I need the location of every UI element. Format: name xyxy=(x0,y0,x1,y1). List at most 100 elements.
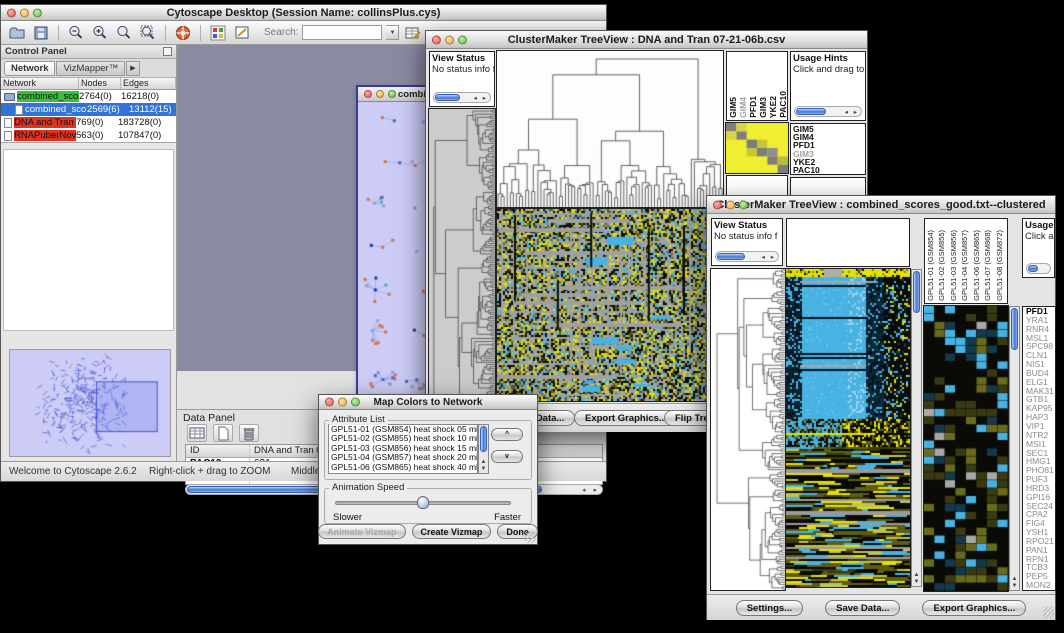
zoom-button[interactable] xyxy=(33,8,42,17)
zoom-fit-icon[interactable] xyxy=(114,23,134,43)
minimize-button[interactable] xyxy=(445,35,454,44)
open-session-icon[interactable] xyxy=(7,23,27,43)
gene-name-list: PFD1YRA1RNR4MSL1SPC98CLN1NIS1BUD4ELG1MAK… xyxy=(1022,306,1056,591)
attribute-list-item[interactable]: GPL51-07 (GSM868) heat shock 60 min xyxy=(329,472,477,474)
mini-scrollbar[interactable]: ◂ ▸ xyxy=(715,251,779,262)
close-button[interactable] xyxy=(364,90,372,98)
row-dendrogram-canvas[interactable] xyxy=(711,269,785,590)
network-edges-count: 107847(0) xyxy=(118,130,176,141)
tv2-action-button[interactable]: Settings... xyxy=(736,600,803,616)
search-dropdown-arrow-icon[interactable]: ▼ xyxy=(386,25,399,40)
gene-column-label[interactable]: GIM3 xyxy=(758,97,768,118)
attribute-list: GPL51-01 (GSM854) heat shock 05 minGPL51… xyxy=(328,424,478,474)
close-button[interactable] xyxy=(325,398,334,407)
gene-row-label[interactable]: PAC10 xyxy=(793,166,863,174)
column-id[interactable]: ID xyxy=(186,445,250,457)
column-network[interactable]: Network xyxy=(1,78,79,89)
tv2-vscrollbar[interactable]: ▲▼ xyxy=(911,269,922,587)
network-list-row[interactable]: RNAPuberNov2+I 563(0) 107847(0) xyxy=(1,129,176,142)
dialog-button[interactable]: Create Vizmap xyxy=(412,524,492,539)
gene-column-label[interactable]: GIM4 xyxy=(738,97,748,118)
attribute-select-icon[interactable] xyxy=(187,424,207,442)
close-button[interactable] xyxy=(713,200,722,209)
resize-grip[interactable] xyxy=(525,532,536,543)
network-list-row[interactable]: DNA and Tran 07 769(0) 183728(0) xyxy=(1,116,176,129)
minimize-button[interactable] xyxy=(376,90,384,98)
mini-scrollbar[interactable] xyxy=(1026,263,1051,274)
minimize-button[interactable] xyxy=(338,398,347,407)
tv2-title: ClusterMaker TreeView : combined_scores_… xyxy=(707,199,1055,211)
column-dendrogram-canvas[interactable] xyxy=(497,51,723,207)
tv2-action-button[interactable]: Save Data... xyxy=(825,600,900,616)
array-column-label[interactable]: GPL51-04 (GSM857) xyxy=(960,230,971,301)
move-down-button[interactable]: v xyxy=(491,450,523,463)
array-column-label[interactable]: GPL51-01 (GSM854) xyxy=(926,230,937,301)
minimize-button[interactable] xyxy=(726,200,735,209)
mini-scrollbar[interactable]: ◂ ▸ xyxy=(433,92,491,103)
mini-scrollbar[interactable]: ◂ ▸ xyxy=(794,106,862,117)
column-edges[interactable]: Edges xyxy=(121,78,176,89)
tv2-column-tree-panel xyxy=(786,218,910,267)
network-item-icon xyxy=(4,93,15,101)
float-window-icon[interactable] xyxy=(163,47,172,56)
scrollbar-arrows[interactable]: ◂ ▸ xyxy=(582,486,600,494)
network-item-icon xyxy=(4,131,12,141)
zoom-button[interactable] xyxy=(388,90,396,98)
search-label: Search: xyxy=(264,27,298,38)
tv1-titlebar[interactable]: ClusterMaker TreeView : DNA and Tran 07-… xyxy=(426,31,867,49)
network-overview-thumbnail[interactable] xyxy=(9,349,171,457)
zoom-out-icon[interactable] xyxy=(66,23,86,43)
resize-grip[interactable] xyxy=(1043,607,1054,618)
network-list-row[interactable]: combined_scores 2764(0) 16218(0) xyxy=(1,90,176,103)
help-lifering-icon[interactable] xyxy=(173,23,193,43)
gene-column-label[interactable]: YKE2 xyxy=(768,96,778,118)
array-column-label[interactable]: GPL51-03 (GSM856) xyxy=(949,230,960,301)
main-titlebar[interactable]: Cytoscape Desktop (Session Name: collins… xyxy=(1,5,606,21)
zoom-button[interactable] xyxy=(739,200,748,209)
usage-hints-text: Click and drag to xyxy=(791,64,865,75)
array-column-label[interactable]: GPL51-02 (GSM855) xyxy=(937,230,948,301)
tv2-titlebar[interactable]: ClusterMaker TreeView : combined_scores_… xyxy=(707,196,1055,214)
attribute-editor-icon[interactable] xyxy=(403,23,423,43)
row-dendrogram-canvas[interactable] xyxy=(429,109,495,401)
zoom-selected-icon[interactable] xyxy=(138,23,158,43)
control-panel-tab[interactable]: Network xyxy=(4,61,55,76)
delete-attribute-trash-icon[interactable] xyxy=(239,424,259,442)
zoom-heatmap-canvas[interactable] xyxy=(726,123,788,173)
gene-column-label[interactable]: PFD1 xyxy=(748,96,758,118)
close-button[interactable] xyxy=(432,35,441,44)
control-panel-tab[interactable]: VizMapper™ xyxy=(56,61,125,76)
zoom-button[interactable] xyxy=(351,398,360,407)
gene-column-label[interactable]: GIM5 xyxy=(728,97,738,118)
new-attribute-icon[interactable] xyxy=(213,424,233,442)
dialog-titlebar[interactable]: Map Colors to Network xyxy=(319,395,537,410)
gene-column-label[interactable]: PAC10 xyxy=(778,91,788,118)
vizmapper-palette-icon[interactable] xyxy=(208,23,228,43)
move-up-button[interactable]: ^ xyxy=(491,428,523,441)
array-column-label[interactable]: GPL51-06 (GSM865) xyxy=(972,230,983,301)
column-nodes[interactable]: Nodes xyxy=(79,78,121,89)
global-heatmap-canvas[interactable] xyxy=(497,209,710,401)
save-session-icon[interactable] xyxy=(31,23,51,43)
minimize-button[interactable] xyxy=(20,8,29,17)
tv2-action-button[interactable]: Export Graphics... xyxy=(922,600,1026,616)
zoom-button[interactable] xyxy=(458,35,467,44)
zoom-heatmap-canvas[interactable] xyxy=(924,306,1008,591)
global-heatmap-canvas[interactable] xyxy=(786,269,910,587)
search-input[interactable] xyxy=(302,25,382,40)
annotation-icon[interactable] xyxy=(232,23,252,43)
network-list-row[interactable]: combined_sco 2569(6) 13112(15) xyxy=(1,103,176,116)
zoom-in-icon[interactable] xyxy=(90,23,110,43)
control-panel: Control Panel NetworkVizMapper™▶ Network… xyxy=(1,45,177,461)
attribute-list-scrollbar[interactable]: ▲▼ xyxy=(478,424,489,474)
control-panel-tab[interactable]: ▶ xyxy=(126,61,139,76)
tv2-zoom-vscrollbar[interactable]: ▲▼ xyxy=(1009,306,1020,591)
close-button[interactable] xyxy=(7,8,16,17)
tv1-action-button[interactable]: Export Graphics... xyxy=(574,410,678,426)
speed-slider-thumb[interactable] xyxy=(417,496,429,509)
map-colors-dialog: Map Colors to Network Attribute List GPL… xyxy=(318,394,538,545)
dialog-button[interactable]: Animate Vizmap xyxy=(318,524,405,539)
gene-name[interactable]: MON2 xyxy=(1026,581,1055,590)
array-column-label[interactable]: GPL51-08 (GSM872) xyxy=(995,230,1006,301)
array-column-label[interactable]: GPL51-07 (GSM868) xyxy=(983,230,994,301)
